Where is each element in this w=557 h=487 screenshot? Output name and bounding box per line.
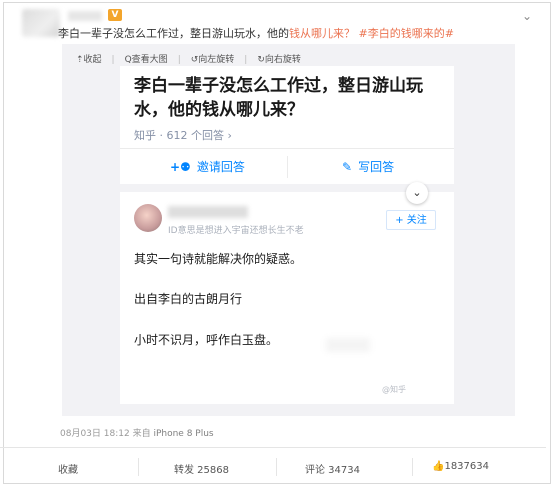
post-text: 李白一辈子没怎么工作过，整日游山玩水，他的钱从哪儿来？ #李白的钱哪来的# (58, 25, 454, 41)
favorite-button[interactable]: 收藏 (58, 461, 78, 476)
hashtag-link[interactable]: #李白的钱哪来的# (359, 27, 454, 40)
post-time[interactable]: 08月03日 18:12 (60, 429, 130, 439)
divider (0, 447, 546, 448)
verified-badge: V (108, 9, 122, 21)
rotate-left-button[interactable]: ↺向左旋转 (191, 55, 235, 65)
collapse-button[interactable]: ⇡收起 (76, 55, 102, 65)
expand-icon[interactable]: ⌄ (406, 182, 428, 204)
answer-author-name[interactable] (168, 206, 248, 218)
invite-answer-button[interactable]: +⚉ 邀请回答 (170, 158, 245, 175)
answer-line: 其实一句诗就能解决你的疑惑。 (134, 252, 303, 266)
user-name[interactable] (68, 11, 102, 21)
like-button[interactable]: 👍1837634 (432, 461, 489, 472)
answer-author-bio: ID意思是想进入宇宙还想长生不老 (168, 226, 304, 236)
image-toolbar: ⇡收起 | Q查看大图 | ↺向左旋转 | ↻向右旋转 (76, 55, 301, 65)
zhihu-question-card: 李白一辈子没怎么工作过，整日游山玩水，他的钱从哪儿来？ 知乎 · 612 个回答… (120, 66, 454, 184)
follow-button[interactable]: + 关注 (386, 210, 436, 230)
post-meta: 08月03日 18:12 来自 iPhone 8 Plus (60, 426, 214, 439)
post-text-highlight: 钱从哪儿来？ (289, 27, 355, 40)
write-answer-button[interactable]: ✎ 写回答 (342, 158, 394, 175)
divider (120, 148, 454, 149)
repost-button[interactable]: 转发 25868 (174, 461, 229, 476)
comment-button[interactable]: 评论 34734 (305, 461, 360, 476)
answer-line: 出自李白的古朗月行 (134, 292, 243, 306)
rotate-right-button[interactable]: ↻向右旋转 (257, 55, 301, 65)
watermark: @知乎 (382, 385, 406, 394)
post-device: iPhone 8 Plus (153, 429, 214, 439)
answer-card: ⌄ ID意思是想进入宇宙还想长生不老 + 关注 其实一句诗就能解决你的疑惑。 出… (120, 182, 454, 404)
divider (287, 156, 288, 178)
thumbs-up-icon: 👍 (432, 461, 445, 472)
edit-icon: ✎ (342, 160, 353, 174)
user-avatar[interactable] (22, 9, 60, 37)
add-user-icon: +⚉ (170, 160, 191, 174)
view-large-button[interactable]: Q查看大图 (125, 55, 168, 65)
answer-avatar[interactable] (134, 204, 162, 232)
post-from: 来自 (132, 429, 151, 439)
answer-line: 小时不识月，呼作白玉盘。 (134, 333, 279, 347)
post-text-main: 李白一辈子没怎么工作过，整日游山玩水，他的 (58, 27, 289, 40)
question-title: 李白一辈子没怎么工作过，整日游山玩水，他的钱从哪儿来？ (134, 76, 423, 120)
chevron-down-icon[interactable]: ⌄ (522, 9, 532, 23)
question-meta[interactable]: 知乎 · 612 个回答 › (134, 127, 232, 143)
